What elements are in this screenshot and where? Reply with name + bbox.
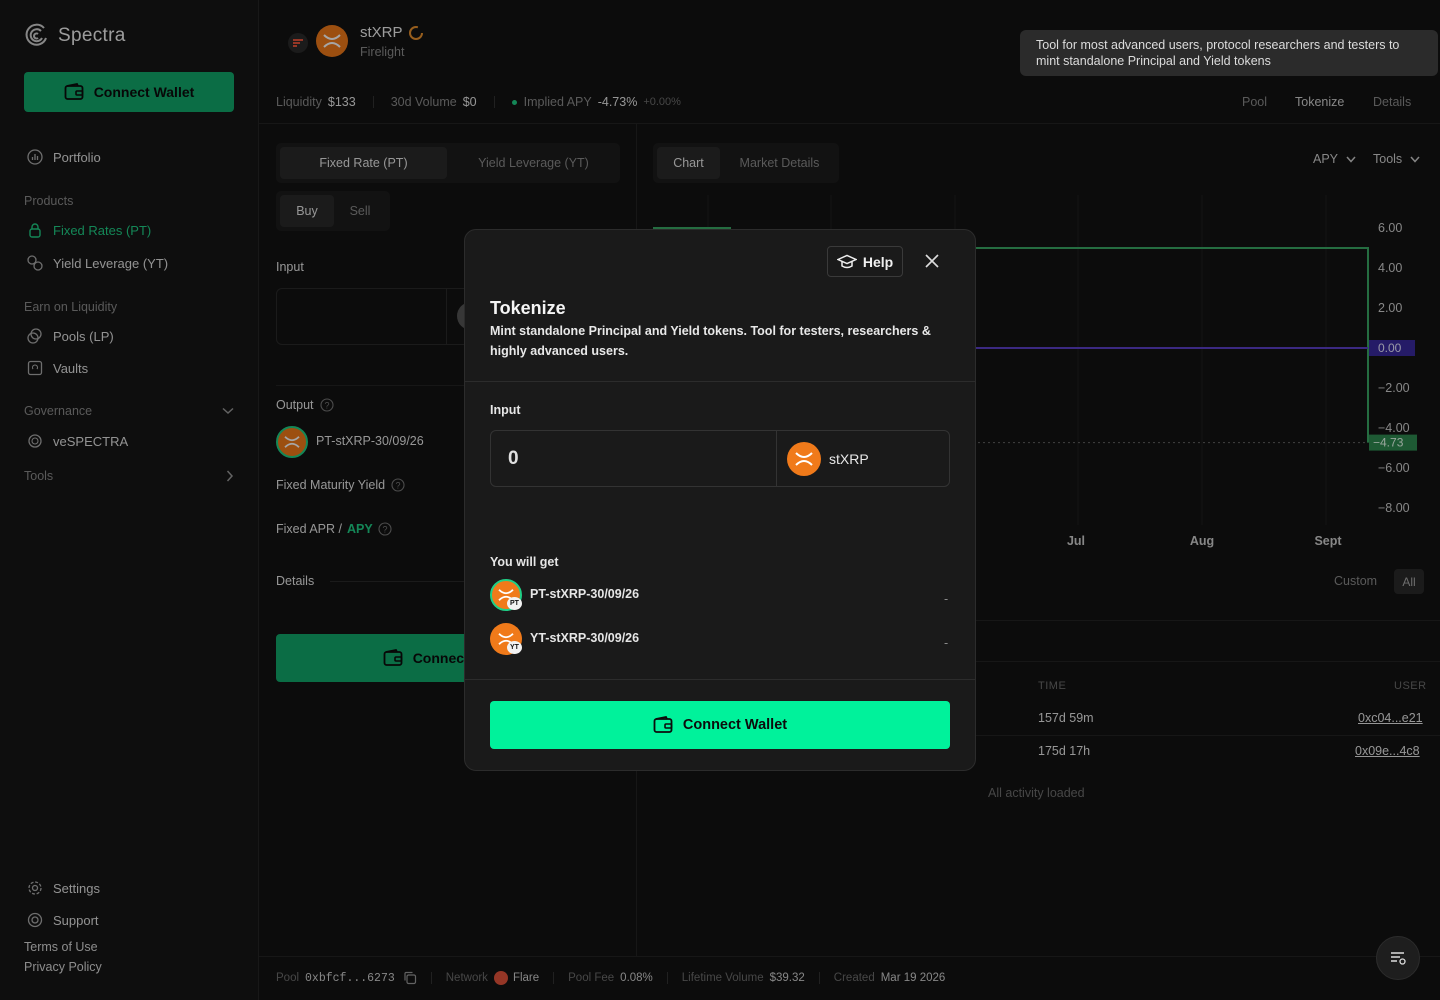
pt-badge: PT bbox=[507, 597, 522, 610]
modal-divider bbox=[465, 679, 975, 680]
amount-input[interactable]: 0 bbox=[508, 448, 519, 470]
wallet-icon bbox=[653, 716, 673, 733]
activity-feed-button[interactable] bbox=[1376, 936, 1420, 980]
yt-badge: YT bbox=[507, 641, 522, 654]
modal-input-label: Input bbox=[490, 403, 521, 417]
pt-amount: - bbox=[944, 592, 949, 606]
input-token-icon bbox=[787, 442, 821, 476]
modal-divider bbox=[465, 381, 975, 382]
yt-token-name: YT-stXRP-30/09/26 bbox=[530, 631, 640, 645]
list-settings-icon bbox=[1391, 952, 1406, 965]
xrp-icon bbox=[795, 452, 813, 466]
modal-subtitle: Mint standalone Principal and Yield toke… bbox=[490, 324, 931, 358]
tokenize-modal: Help Tokenize Mint standalone Principal … bbox=[464, 229, 976, 771]
modal-title: Tokenize bbox=[490, 298, 566, 318]
modal-connect-wallet-label: Connect Wallet bbox=[682, 717, 788, 733]
help-label: Help bbox=[862, 253, 894, 270]
help-button[interactable]: Help bbox=[827, 246, 903, 277]
input-token-name[interactable]: stXRP bbox=[829, 451, 869, 467]
close-icon[interactable] bbox=[925, 254, 939, 268]
receive-title: You will get bbox=[490, 555, 559, 569]
graduation-cap-icon bbox=[836, 254, 857, 268]
modal-connect-wallet-button[interactable]: Connect Wallet bbox=[490, 701, 950, 749]
yt-amount: - bbox=[944, 636, 949, 650]
tokenize-tooltip: Tool for most advanced users, protocol r… bbox=[1020, 30, 1438, 76]
modal-input-box: 0 stXRP bbox=[490, 430, 950, 487]
pt-token-name: PT-stXRP-30/09/26 bbox=[530, 587, 640, 601]
